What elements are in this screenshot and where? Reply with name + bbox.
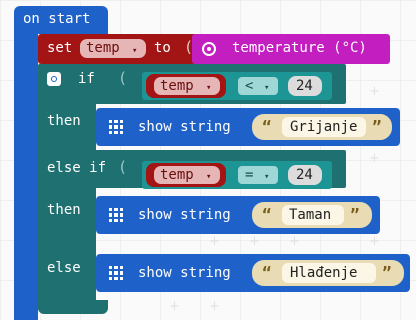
operator-dropdown[interactable]: < ▾ xyxy=(238,77,278,95)
variable-dropdown[interactable]: temp ▾ xyxy=(154,77,220,95)
grid-marker: + xyxy=(249,234,260,249)
string-block[interactable]: “ Taman ” xyxy=(252,202,372,228)
chevron-down-icon: ▾ xyxy=(206,83,212,93)
chevron-down-icon: ▾ xyxy=(132,46,138,56)
close-quote-icon: ” xyxy=(372,117,382,136)
led-grid-icon xyxy=(109,208,123,222)
set-label: set xyxy=(47,40,73,56)
open-quote-icon: “ xyxy=(262,263,272,282)
show-string-label: show string xyxy=(138,207,231,223)
grid-marker: + xyxy=(369,151,380,166)
number-input[interactable]: 24 xyxy=(288,76,322,96)
to-label: to xyxy=(154,40,171,56)
show-string-label: show string xyxy=(138,119,231,135)
string-block[interactable]: “ Hlađenje ” xyxy=(252,260,404,286)
show-string-block[interactable]: show string “ Hlađenje ” xyxy=(96,254,410,292)
on-start-label: on start xyxy=(23,11,91,27)
string-input[interactable]: Grijanje xyxy=(282,117,366,137)
close-quote-icon: ” xyxy=(350,205,360,224)
then-label: then xyxy=(47,113,81,129)
string-input[interactable]: Hlađenje xyxy=(282,263,376,283)
if-label: if xyxy=(78,71,95,87)
show-string-block[interactable]: show string “ Taman ” xyxy=(96,196,380,234)
variable-dropdown[interactable]: temp ▾ xyxy=(154,166,220,184)
number-input[interactable]: 24 xyxy=(288,165,322,185)
temperature-sensor-block[interactable]: temperature (°C) xyxy=(192,34,390,64)
else-label: else xyxy=(47,260,81,276)
grid-marker: + xyxy=(209,299,220,314)
on-start-body xyxy=(14,28,38,320)
string-input[interactable]: Taman xyxy=(282,205,344,225)
grid-marker: + xyxy=(369,84,380,99)
variable-block[interactable]: temp ▾ xyxy=(146,163,226,187)
else-if-label: else if xyxy=(47,160,107,176)
show-string-label: show string xyxy=(138,265,231,281)
show-string-block[interactable]: show string “ Grijanje ” xyxy=(96,108,400,146)
compare-block[interactable]: temp ▾ < ▾ 24 xyxy=(142,72,332,100)
close-quote-icon: ” xyxy=(382,263,392,282)
chevron-down-icon: ▾ xyxy=(206,172,212,182)
variable-block[interactable]: temp ▾ xyxy=(146,74,226,98)
grid-marker: + xyxy=(209,234,220,249)
chevron-down-icon: ▾ xyxy=(264,172,270,182)
open-quote-icon: “ xyxy=(262,205,272,224)
variable-dropdown[interactable]: temp ▾ xyxy=(80,39,146,58)
operator-dropdown[interactable]: = ▾ xyxy=(238,166,278,184)
grid-marker: + xyxy=(169,299,180,314)
chevron-down-icon: ▾ xyxy=(264,83,270,93)
grid-marker: + xyxy=(369,234,380,249)
led-grid-icon xyxy=(109,266,123,280)
grid-marker: + xyxy=(289,234,300,249)
string-block[interactable]: “ Grijanje ” xyxy=(252,114,392,140)
set-variable-block[interactable]: set temp ▾ to ( xyxy=(38,34,206,64)
led-grid-icon xyxy=(109,120,123,134)
compare-block[interactable]: temp ▾ = ▾ 24 xyxy=(142,161,332,189)
open-quote-icon: “ xyxy=(262,117,272,136)
then-label: then xyxy=(47,202,81,218)
if-block-footer xyxy=(38,300,108,314)
settings-gear-icon[interactable] xyxy=(47,72,61,86)
sensor-label: temperature (°C) xyxy=(232,40,367,56)
